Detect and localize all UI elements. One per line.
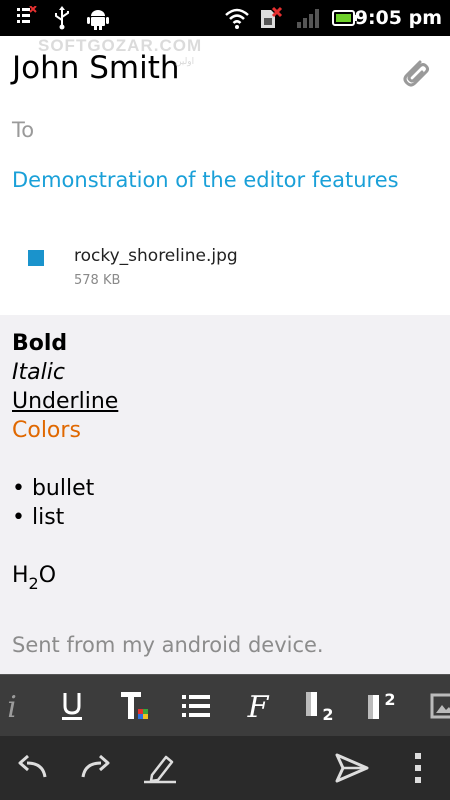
svg-text:F: F	[247, 690, 270, 723]
italic-button[interactable]: i	[0, 675, 36, 737]
image-file-icon	[28, 250, 44, 266]
clock-time: 9:05 pm	[354, 7, 442, 29]
pen-icon	[144, 755, 176, 784]
bullet-list-icon	[182, 695, 210, 717]
signal-icon	[296, 6, 320, 34]
wifi-icon	[224, 6, 250, 34]
action-bar	[0, 736, 450, 800]
paperclip-icon	[403, 60, 429, 87]
body-bullet-item: • list	[12, 505, 65, 530]
android-debug-icon	[86, 6, 110, 34]
undo-icon	[18, 754, 47, 778]
italic-icon: i	[7, 690, 17, 723]
attachment-size: 578 KB	[74, 273, 121, 288]
body-colors-text: Colors	[12, 418, 81, 443]
attach-button[interactable]	[396, 54, 434, 92]
notification-list-icon	[16, 5, 38, 32]
watermark-sub: اولین	[175, 57, 195, 67]
svg-text:2: 2	[322, 705, 333, 723]
to-field[interactable]: To	[12, 118, 34, 142]
superscript-button[interactable]: 2	[358, 675, 406, 737]
subscript-icon: 2	[306, 692, 334, 723]
body-formula: H2O	[12, 563, 57, 593]
text-color-button[interactable]	[110, 675, 158, 737]
send-icon	[335, 753, 369, 783]
overflow-menu-button[interactable]	[392, 736, 444, 800]
body-bullet-item: • bullet	[12, 476, 95, 501]
format-toolbar: i F 2 2	[0, 674, 450, 736]
font-button[interactable]: F	[234, 675, 282, 737]
underline-icon	[62, 693, 82, 720]
redo-button[interactable]	[70, 736, 122, 800]
subject-field[interactable]: Demonstration of the editor features	[12, 168, 399, 192]
message-body[interactable]: Bold Italic Underline Colors • bullet • …	[0, 315, 450, 674]
undo-button[interactable]	[6, 736, 58, 800]
underline-button[interactable]	[48, 675, 96, 737]
formula-end: O	[38, 563, 57, 588]
svg-text:i: i	[7, 690, 17, 723]
attachment-item[interactable]: rocky_shoreline.jpg 578 KB	[0, 236, 450, 300]
watermark: SOFTGOZAR.COM	[38, 36, 203, 55]
overflow-menu-icon	[415, 753, 421, 783]
body-italic-text: Italic	[12, 360, 65, 385]
status-bar: 9:05 pm	[0, 0, 450, 36]
signature: Sent from my android device.	[12, 633, 324, 657]
compose-header: John Smith To Demonstration of the edito…	[0, 36, 450, 315]
body-bold-text: Bold	[12, 331, 68, 356]
insert-image-button[interactable]	[420, 675, 450, 737]
attachment-name: rocky_shoreline.jpg	[74, 246, 238, 266]
formula-subscript: 2	[28, 574, 39, 593]
font-icon: F	[247, 690, 270, 723]
bullet-list-button[interactable]	[172, 675, 220, 737]
pen-button[interactable]	[134, 736, 186, 800]
superscript-icon: 2	[368, 690, 396, 719]
formula-base: H	[12, 563, 29, 588]
redo-icon	[81, 754, 110, 778]
svg-text:2: 2	[384, 690, 395, 709]
usb-icon	[52, 6, 72, 34]
text-color-icon	[121, 692, 148, 719]
sim-error-icon	[258, 6, 284, 34]
subscript-button[interactable]: 2	[296, 675, 344, 737]
send-button[interactable]	[326, 736, 378, 800]
insert-image-icon	[430, 693, 450, 719]
body-underline-text: Underline	[12, 389, 119, 414]
